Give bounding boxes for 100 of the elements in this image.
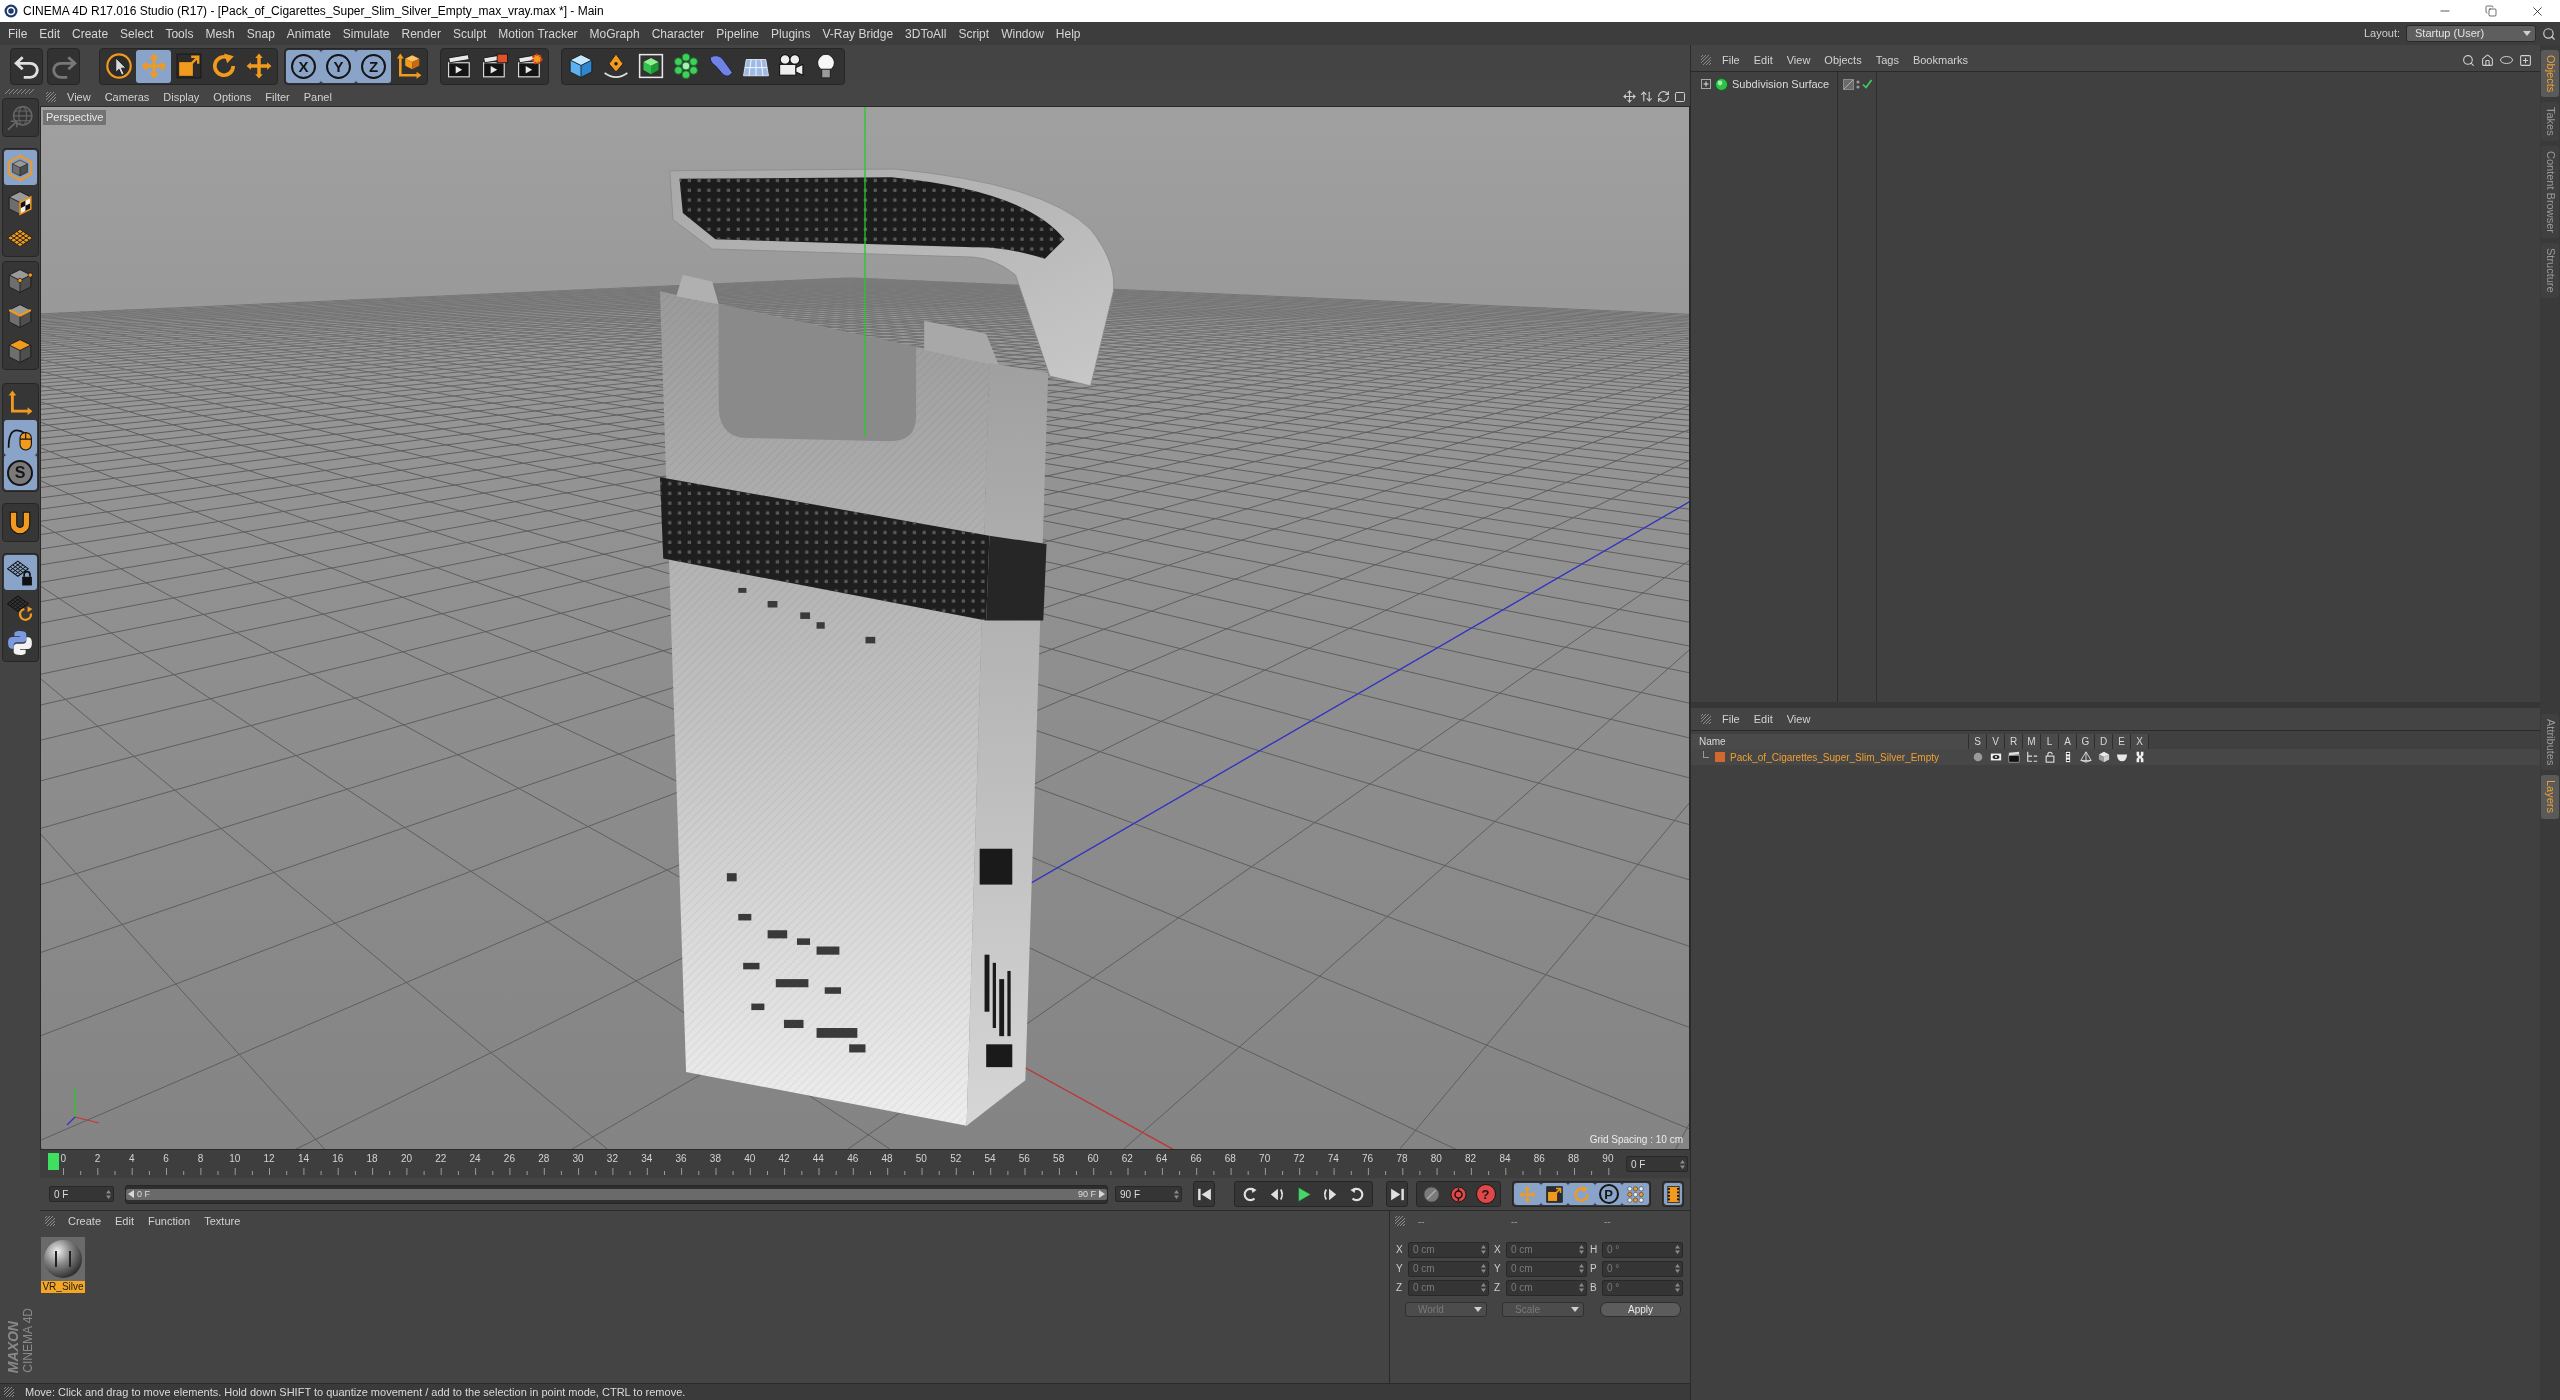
- menu-item[interactable]: Plugins: [765, 22, 817, 45]
- menu-item[interactable]: Display: [156, 88, 207, 105]
- grid-lock-button[interactable]: [3, 555, 37, 590]
- wire-pyramid-icon[interactable]: [2080, 751, 2092, 763]
- material-preview[interactable]: [41, 1237, 85, 1281]
- expand-box-icon[interactable]: [1701, 79, 1711, 89]
- menu-item[interactable]: Render: [395, 22, 447, 45]
- slashed-square-icon[interactable]: [1843, 78, 1854, 90]
- move-button[interactable]: [136, 49, 171, 83]
- menu-item[interactable]: Tools: [159, 22, 200, 45]
- axis-lock-button[interactable]: Y: [321, 49, 356, 83]
- key-pla-button[interactable]: [1622, 1183, 1649, 1205]
- square-icon[interactable]: [1674, 90, 1686, 103]
- menu-item[interactable]: Edit: [1746, 711, 1780, 727]
- model-button[interactable]: [3, 150, 37, 185]
- stepper-icon[interactable]: [1579, 1245, 1584, 1254]
- menu-item[interactable]: Options: [206, 88, 259, 105]
- menu-item[interactable]: Character: [645, 22, 711, 45]
- side-tab[interactable]: Takes: [2541, 102, 2559, 142]
- zoom-arrows-icon[interactable]: [1640, 90, 1653, 103]
- hierarchy-icon[interactable]: [2026, 751, 2038, 763]
- menu-item[interactable]: View: [1779, 711, 1818, 727]
- eye-icon[interactable]: [1990, 751, 2002, 763]
- grip-icon[interactable]: [1701, 714, 1711, 724]
- key-parameter-button[interactable]: P: [1595, 1183, 1622, 1205]
- tweak-button[interactable]: [3, 420, 37, 455]
- menu-item[interactable]: MoGraph: [583, 22, 646, 45]
- stepper-icon[interactable]: [1481, 1264, 1486, 1273]
- dot-icon[interactable]: [1972, 751, 1984, 763]
- stepper-icon[interactable]: [1481, 1283, 1486, 1292]
- menu-item[interactable]: Edit: [1746, 52, 1780, 68]
- stepper-icon[interactable]: [1680, 1159, 1685, 1169]
- side-tab[interactable]: Structure: [2541, 243, 2559, 298]
- menu-item[interactable]: Filter: [258, 88, 297, 105]
- left-arrow-icon[interactable]: [128, 1190, 134, 1198]
- 3d-viewport[interactable]: Perspective Grid Spacing : 10 cm: [40, 106, 1690, 1150]
- film-strip-icon[interactable]: [2062, 751, 2074, 763]
- menu-item[interactable]: Script: [952, 22, 996, 45]
- menu-item[interactable]: Motion Tracker: [492, 22, 584, 45]
- menu-item[interactable]: Pipeline: [710, 22, 766, 45]
- grip-icon[interactable]: [1395, 1216, 1405, 1226]
- axis-lock-button[interactable]: X: [286, 49, 321, 83]
- grip-icon[interactable]: [45, 1216, 55, 1226]
- move-icon[interactable]: [1623, 90, 1636, 103]
- visibility-dots-icon[interactable]: [1856, 78, 1860, 90]
- stepper-icon[interactable]: [1481, 1245, 1486, 1254]
- clapperboard-icon[interactable]: [2008, 751, 2020, 763]
- menu-item[interactable]: Panel: [296, 88, 339, 105]
- menu-item[interactable]: View: [1779, 52, 1818, 68]
- end-frame-field[interactable]: 90 F: [1115, 1186, 1182, 1202]
- menu-item[interactable]: Create: [66, 22, 115, 45]
- stepper-icon[interactable]: [1675, 1245, 1680, 1254]
- object-name[interactable]: Subdivision Surface: [1732, 77, 1830, 91]
- menu-item[interactable]: File: [1715, 52, 1747, 68]
- menu-item[interactable]: Edit: [33, 22, 67, 45]
- side-tab[interactable]: Attributes: [2541, 714, 2559, 771]
- current-frame-field[interactable]: 0 F: [1626, 1156, 1688, 1172]
- axis-lock-button[interactable]: Z: [356, 49, 391, 83]
- menu-item[interactable]: Simulate: [336, 22, 396, 45]
- right-arrow-icon[interactable]: [1099, 1190, 1105, 1198]
- add-window-icon[interactable]: [2519, 53, 2532, 67]
- menu-item[interactable]: Window: [995, 22, 1050, 45]
- menu-item[interactable]: 3DToAll: [899, 22, 953, 45]
- stepper-icon[interactable]: [1579, 1283, 1584, 1292]
- house-icon[interactable]: [2481, 53, 2494, 67]
- menu-item[interactable]: Create: [61, 1213, 109, 1229]
- grip-icon[interactable]: [46, 91, 56, 102]
- menu-item[interactable]: Mesh: [199, 22, 241, 45]
- menu-item[interactable]: Function: [141, 1213, 198, 1229]
- stepper-icon[interactable]: [1579, 1264, 1584, 1273]
- rotate-icon[interactable]: [1657, 90, 1670, 103]
- bowl-icon[interactable]: [2116, 751, 2128, 763]
- grip-icon[interactable]: [1701, 55, 1711, 65]
- check-icon[interactable]: [1862, 79, 1872, 89]
- stepper-icon[interactable]: [106, 1189, 111, 1199]
- menu-item[interactable]: Help: [1049, 22, 1087, 45]
- solo-button[interactable]: S: [3, 455, 37, 490]
- menu-item[interactable]: View: [60, 88, 98, 105]
- menu-item[interactable]: Snap: [240, 22, 281, 45]
- side-tab[interactable]: Content Browser: [2541, 146, 2559, 238]
- ellipse-icon[interactable]: [2500, 56, 2513, 64]
- stepper-icon[interactable]: [1675, 1264, 1680, 1273]
- menu-item[interactable]: Tags: [1868, 52, 1906, 68]
- menu-item[interactable]: Texture: [197, 1213, 248, 1229]
- grip-icon[interactable]: [4, 1387, 14, 1397]
- menu-item[interactable]: V-Ray Bridge: [816, 22, 900, 45]
- menu-item[interactable]: Sculpt: [446, 22, 493, 45]
- stepper-icon[interactable]: [1174, 1189, 1179, 1199]
- menu-item[interactable]: File: [2, 22, 34, 45]
- material-name[interactable]: VR_Silve: [41, 1281, 85, 1293]
- menu-item[interactable]: Cameras: [97, 88, 157, 105]
- search-icon[interactable]: [2542, 26, 2556, 41]
- padlock-icon[interactable]: [2044, 751, 2056, 763]
- cross-brackets-icon[interactable]: [2134, 751, 2146, 763]
- menu-item[interactable]: Animate: [280, 22, 337, 45]
- menu-item[interactable]: Bookmarks: [1905, 52, 1975, 68]
- shaded-cube-icon[interactable]: [2098, 751, 2110, 763]
- menu-item[interactable]: Objects: [1817, 52, 1869, 68]
- layout-dropdown[interactable]: Startup (User): [2406, 25, 2536, 42]
- menu-item[interactable]: File: [1715, 711, 1747, 727]
